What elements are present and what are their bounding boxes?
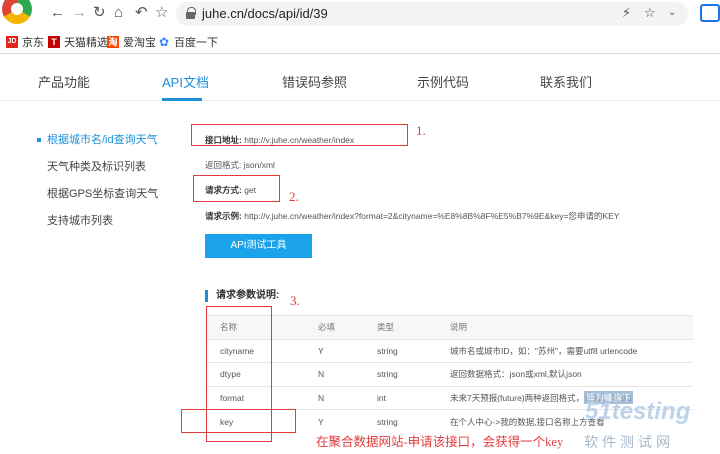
address-bar[interactable]: juhe.cn/docs/api/id/39 ⚡ ☆ ⌄: [176, 2, 688, 26]
annotation-number-3: 3.: [290, 293, 300, 308]
bookmark-label: 百度一下: [174, 37, 218, 49]
bookmark-baidu[interactable]: ✿ 百度一下: [158, 34, 218, 50]
baidu-paw-icon: ✿: [158, 35, 170, 49]
example-row: 请求示例: http://v.juhe.cn/weather/index?for…: [205, 210, 619, 222]
example-value: http://v.juhe.cn/weather/index?format=2&…: [244, 211, 620, 221]
sidebar-item-city-list[interactable]: 支持城市列表: [47, 212, 113, 228]
format-value: json/xml: [243, 160, 275, 170]
bookmark-jd[interactable]: JD 京东: [6, 34, 44, 50]
undo-icon[interactable]: ↶: [135, 5, 148, 21]
table-row: cityname Y string 城市名或城市ID，如："苏州"，需要utf8…: [207, 338, 693, 363]
bookmark-tmall[interactable]: T 天猫精选: [48, 34, 108, 50]
lock-icon: [186, 7, 196, 19]
bookmarks-bar: JD 京东 T 天猫精选 淘 爱淘宝 ✿ 百度一下: [0, 28, 720, 54]
sidebar-item-weather-types[interactable]: 天气种类及标识列表: [47, 158, 146, 174]
taobao-icon: 淘: [107, 36, 119, 48]
api-test-tool-button[interactable]: API测试工具: [205, 234, 312, 258]
tab-product-features[interactable]: 产品功能: [38, 72, 90, 91]
annotation-box-key: [181, 409, 296, 433]
bookmark-label: 京东: [22, 37, 44, 49]
back-arrow-icon[interactable]: ←: [50, 5, 65, 21]
annotation-box-method: [193, 175, 280, 202]
param-required: N: [304, 385, 377, 410]
home-icon[interactable]: ⌂: [114, 5, 123, 21]
tab-sample-code[interactable]: 示例代码: [417, 72, 469, 91]
sidebar-item-gps-weather[interactable]: 根据GPS坐标查询天气: [47, 185, 158, 201]
chevron-down-icon[interactable]: ⌄: [668, 7, 676, 18]
header-required: 必填: [304, 315, 377, 339]
params-section-title: 请求参数说明:: [205, 290, 279, 302]
bookmark-star-icon[interactable]: ☆: [155, 5, 168, 21]
bookmark-label: 爱淘宝: [123, 37, 156, 49]
forward-arrow-icon[interactable]: →: [72, 5, 87, 21]
reload-icon[interactable]: ↻: [93, 5, 106, 21]
annotation-caption: 在聚合数据网站-申请该接口，会获得一个key: [316, 435, 564, 449]
header-type: 类型: [377, 315, 450, 339]
table-header-row: 名称 必填 类型 说明: [207, 315, 693, 339]
annotation-box-endpoint: [191, 124, 408, 146]
param-type: string: [377, 409, 450, 433]
browser-logo-icon: [2, 0, 32, 24]
format-label: 返回格式:: [205, 160, 242, 170]
tab-contact-us[interactable]: 联系我们: [540, 72, 592, 91]
star-icon[interactable]: ☆: [644, 5, 656, 21]
site-nav: 产品功能 API文档 错误码参照 示例代码 联系我们: [0, 55, 720, 101]
bookmark-label: 天猫精选: [64, 37, 108, 49]
param-description: 城市名或城市ID，如："苏州"，需要utf8 urlencode: [450, 338, 693, 363]
param-type: string: [377, 338, 450, 363]
param-required: Y: [304, 409, 377, 433]
lightning-icon[interactable]: ⚡: [622, 5, 631, 21]
jd-icon: JD: [6, 36, 18, 48]
param-type: string: [377, 362, 450, 386]
example-label: 请求示例:: [205, 211, 242, 221]
tmall-icon: T: [48, 36, 60, 48]
active-tab-indicator: [162, 98, 202, 101]
tab-error-codes[interactable]: 错误码参照: [282, 72, 347, 91]
watermark-subtitle: 软件测试网: [584, 434, 674, 450]
format-row: 返回格式: json/xml: [205, 159, 275, 171]
annotation-number-1: 1.: [416, 123, 426, 138]
bookmark-aitaobao[interactable]: 淘 爱淘宝: [107, 34, 156, 50]
watermark-logo: 51testing: [585, 398, 691, 425]
sidebar-item-query-weather[interactable]: 根据城市名/id查询天气: [37, 131, 158, 147]
annotation-number-2: 2.: [289, 189, 299, 204]
extension-icon[interactable]: [700, 4, 720, 22]
param-description: 返回数据格式：json或xml,默认json: [450, 362, 693, 386]
browser-toolbar: ← → ↻ ⌂ ↶ ☆ juhe.cn/docs/api/id/39 ⚡ ☆ ⌄: [0, 0, 720, 28]
table-row: dtype N string 返回数据格式：json或xml,默认json: [207, 362, 693, 386]
param-required: N: [304, 362, 377, 386]
param-required: Y: [304, 338, 377, 363]
tab-api-docs[interactable]: API文档: [162, 72, 209, 91]
header-description: 说明: [450, 315, 693, 339]
param-type: int: [377, 385, 450, 410]
url-text[interactable]: juhe.cn/docs/api/id/39: [202, 6, 328, 21]
